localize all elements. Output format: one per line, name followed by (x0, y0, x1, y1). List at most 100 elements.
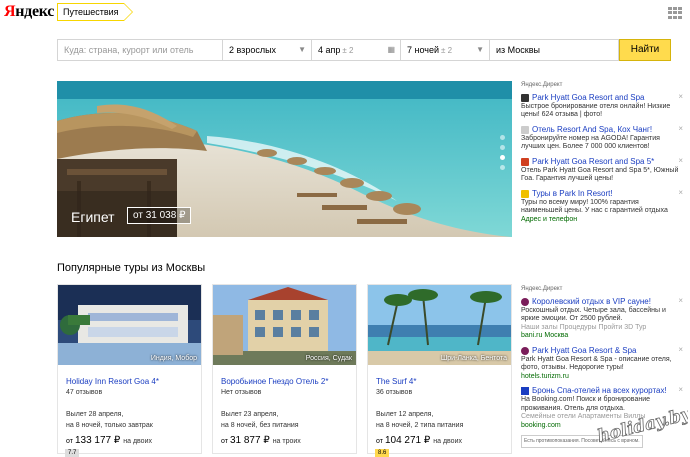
reviews-count: 47 отзывов (66, 389, 103, 396)
direct-ads-top: Яндекс.Директ Park Hyatt Goa Resort and … (521, 81, 683, 229)
destination-input[interactable]: Куда: страна, курорт или отель (57, 39, 222, 61)
ad-title[interactable]: Park Hyatt Goa Resort & Spa (521, 346, 681, 356)
departure-city-value: из Москвы (496, 45, 540, 55)
ad-body: Забронируйте номер на AGODA! Гарантия лу… (521, 134, 660, 151)
hotel-name-link[interactable]: Воробьиное Гнездо Отель 2* (221, 377, 328, 386)
ad-domain[interactable]: hotels.turizm.ru (521, 373, 681, 382)
ad-item[interactable]: Королевский отдых в VIP сауне! Роскошный… (521, 296, 683, 341)
yandex-logo[interactable]: Яндекс (4, 3, 54, 21)
nights-select[interactable]: 7 ночей ± 2 ▼ (400, 39, 489, 61)
close-icon[interactable]: × (678, 385, 683, 395)
departure-info: Вылет 28 апреля, на 8 ночей, только завтр… (66, 411, 153, 429)
ad-title[interactable]: Park Hyatt Goa Resort and Spa 5* (521, 157, 681, 167)
tour-card[interactable]: Шри-Ланка, Бентота 8.6 The Surf 4* 36 от… (367, 284, 512, 457)
services-grid-icon[interactable] (668, 7, 682, 19)
tour-location: Шри-Ланка, Бентота (440, 355, 507, 362)
ad-title[interactable]: Королевский отдых в VIP сауне! (521, 297, 681, 307)
tour-price: от 133 177 ₽ на двоих (66, 435, 152, 446)
date-picker[interactable]: 4 апр ± 2 ▦ (311, 39, 400, 61)
date-value: 4 апр (318, 45, 341, 55)
hotel-image (213, 285, 356, 365)
carousel-dot[interactable] (500, 145, 505, 150)
ad-body: Park Hyatt Goa Resort & Spa - описание о… (521, 355, 672, 372)
tour-price: от 104 271 ₽ на двоих (376, 435, 462, 446)
tour-price: от 31 877 ₽ на троих (221, 435, 301, 446)
direct-label: Яндекс.Директ (521, 286, 563, 292)
close-icon[interactable]: × (678, 92, 683, 102)
service-tag-travel[interactable]: Путешествия (57, 3, 133, 21)
hero-country-name: Египет (71, 209, 115, 225)
ad-item[interactable]: Park Hyatt Goa Resort & Spa Park Hyatt G… (521, 345, 683, 382)
tour-photo[interactable]: Индия, Мобор (58, 285, 201, 365)
close-icon[interactable]: × (678, 296, 683, 306)
rating-badge: 7.7 (65, 449, 80, 457)
date-flex-hint: ± 2 (342, 46, 354, 55)
logo-rest: ндекс (15, 3, 55, 20)
ad-body: Быстрое бронирование отеля онлайн! Низки… (521, 102, 671, 119)
destination-placeholder: Куда: страна, курорт или отель (64, 45, 194, 55)
close-icon[interactable]: × (678, 188, 683, 198)
close-icon[interactable]: × (678, 345, 683, 355)
chevron-down-icon: ▼ (476, 45, 484, 54)
ad-body: Отель Park Hyatt Goa Resort and Spa 5*, … (521, 166, 679, 183)
carousel-dots (500, 135, 505, 170)
ad-item[interactable]: Отель Resort And Spa, Кох Чанг! Забронир… (521, 124, 683, 152)
ad-item[interactable]: Park Hyatt Goa Resort and Spa 5* Отель P… (521, 156, 683, 184)
ad-favicon-icon (521, 125, 529, 134)
ad-favicon-icon (521, 297, 529, 306)
hotel-image (58, 285, 201, 365)
hero-beach-image (57, 81, 512, 237)
tour-cards: Индия, Мобор 7.7 Holiday Inn Resort Goa … (57, 284, 512, 457)
ad-favicon-icon (521, 93, 529, 102)
travelers-select[interactable]: 2 взрослых ▼ (222, 39, 311, 61)
tour-card[interactable]: Индия, Мобор 7.7 Holiday Inn Resort Goa … (57, 284, 202, 457)
tour-photo[interactable]: Россия, Судак (213, 285, 356, 365)
close-icon[interactable]: × (678, 124, 683, 134)
ad-body: Роскошный отдых. Четыре зала, бассейны и… (521, 306, 666, 323)
ad-title[interactable]: Бронь Спа-отелей на всех курортах! (521, 386, 681, 396)
hero-price-badge[interactable]: от 31 038 ₽ (127, 207, 192, 224)
ad-address-link[interactable]: Адрес и телефон (521, 216, 681, 225)
ad-favicon-icon (521, 189, 529, 198)
hotel-name-link[interactable]: Holiday Inn Resort Goa 4* (66, 377, 159, 386)
carousel-dot[interactable] (500, 135, 505, 140)
tour-card[interactable]: Россия, Судак Воробьиное Гнездо Отель 2*… (212, 284, 357, 454)
tour-location: Индия, Мобор (150, 355, 197, 362)
reviews-count: Нет отзывов (221, 389, 262, 396)
ad-sitelinks[interactable]: Наши залы Процедуры Пройти 3D Тур (521, 324, 681, 333)
close-icon[interactable]: × (678, 156, 683, 166)
logo-first-letter: Я (4, 3, 16, 20)
carousel-dot-active[interactable] (500, 155, 505, 160)
ad-body: Туры по всему миру! 100% гарантия наимен… (521, 198, 668, 215)
holiday-watermark-logo: holiday.by (595, 404, 688, 447)
ad-item[interactable]: Park Hyatt Goa Resort and Spa Быстрое бр… (521, 92, 683, 120)
travelers-value: 2 взрослых (229, 45, 277, 55)
ad-domain[interactable]: bani.ru Москва (521, 332, 681, 341)
carousel-dot[interactable] (500, 165, 505, 170)
tour-search-form: Куда: страна, курорт или отель 2 взрослы… (57, 39, 678, 61)
ad-favicon-icon (521, 346, 529, 355)
departure-info: Вылет 23 апреля, на 8 ночей, без питания (221, 411, 299, 429)
ad-item[interactable]: Туры в Park In Resort! Туры по всему мир… (521, 188, 683, 225)
hero-banner[interactable]: Египет от 31 038 ₽ (57, 81, 512, 237)
tour-location: Россия, Судак (305, 355, 352, 362)
watermark-text: holiday.by (596, 404, 688, 447)
hotel-image (368, 285, 511, 365)
calendar-icon: ▦ (387, 45, 395, 54)
nights-flex-hint: ± 2 (441, 46, 453, 55)
tour-photo[interactable]: Шри-Ланка, Бентота (368, 285, 511, 365)
ad-favicon-icon (521, 387, 529, 395)
hotel-name-link[interactable]: The Surf 4* (376, 377, 416, 386)
find-button[interactable]: Найти (619, 39, 671, 61)
nights-value: 7 ночей (407, 45, 440, 55)
ad-title[interactable]: Отель Resort And Spa, Кох Чанг! (521, 125, 681, 135)
ad-title[interactable]: Туры в Park In Resort! (521, 189, 681, 199)
departure-city-select[interactable]: из Москвы (489, 39, 619, 61)
reviews-count: 36 отзывов (376, 389, 413, 396)
ad-favicon-icon (521, 157, 529, 166)
chevron-down-icon: ▼ (298, 45, 306, 54)
popular-tours-heading: Популярные туры из Москвы (57, 262, 206, 274)
ad-title[interactable]: Park Hyatt Goa Resort and Spa (521, 93, 681, 103)
rating-badge: 8.6 (375, 449, 390, 457)
departure-info: Вылет 12 апреля, на 8 ночей, 2 типа питан… (376, 411, 464, 429)
